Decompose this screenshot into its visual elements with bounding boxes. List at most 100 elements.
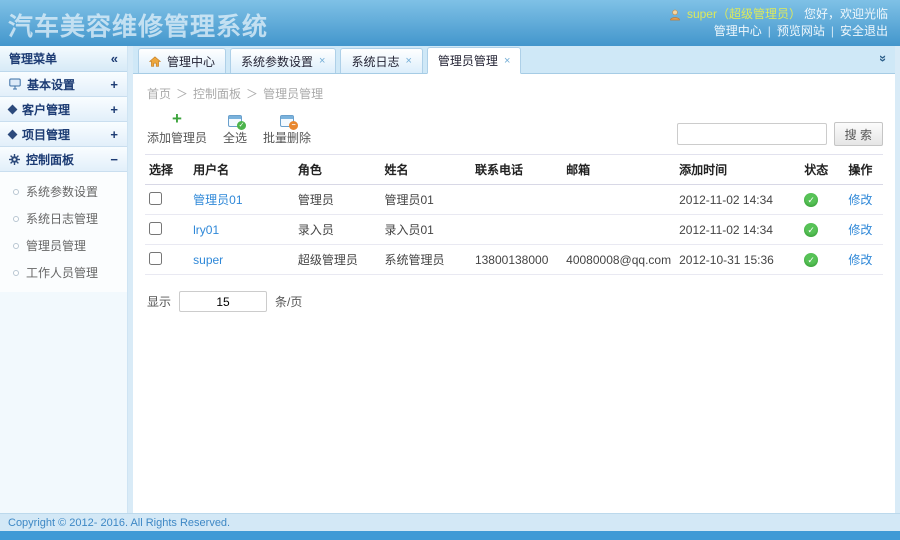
tab-label: 系统参数设置	[241, 53, 313, 70]
gear-icon	[9, 154, 20, 165]
sidebar-item-label: 项目管理	[22, 126, 70, 143]
breadcrumb-control-panel[interactable]: 控制面板	[193, 85, 241, 102]
bullet-icon	[13, 216, 19, 222]
breadcrumb-home[interactable]: 首页	[147, 85, 171, 102]
content-panel: 管理中心 系统参数设置 × 系统日志 × 管理员管理 × »	[133, 46, 895, 513]
user-avatar-icon	[669, 9, 681, 21]
sidebar-subitem-system-params[interactable]: 系统参数设置	[0, 178, 127, 205]
sidebar-subitem-admin-mgmt[interactable]: 管理员管理	[0, 232, 127, 259]
status-enabled-icon[interactable]: ✓	[804, 223, 818, 237]
tab-label: 管理员管理	[438, 52, 498, 69]
row-checkbox[interactable]	[149, 192, 162, 205]
tab-admin-center[interactable]: 管理中心	[138, 48, 226, 73]
sidebar-item-label: 客户管理	[22, 101, 70, 118]
tab-close-icon[interactable]: ×	[504, 55, 510, 67]
sidebar-item-control-panel[interactable]: 控制面板 −	[0, 147, 127, 172]
user-name-role: super（超级管理员）	[687, 6, 801, 23]
diamond-icon	[8, 129, 18, 139]
header-link-admin-center[interactable]: 管理中心	[714, 23, 762, 40]
header-link-separator: |	[768, 23, 771, 40]
subitem-label: 管理员管理	[26, 237, 86, 254]
batch-delete-label: 批量删除	[263, 129, 311, 146]
toolbar: + 添加管理员 ✓ 全选 − 批量删除 搜 索	[145, 112, 883, 154]
admin-table: 选择 用户名 角色 姓名 联系电话 邮箱 添加时间 状态 操作	[145, 154, 883, 275]
email-cell	[562, 215, 675, 245]
tab-close-icon[interactable]: ×	[319, 55, 325, 67]
sidebar-title: 管理菜单	[9, 50, 57, 67]
name-cell: 系统管理员	[380, 245, 470, 275]
col-header-action: 操作	[844, 155, 883, 185]
edit-link[interactable]: 修改	[848, 223, 872, 237]
tab-overflow-icon[interactable]: »	[876, 55, 891, 62]
app-footer: Copyright © 2012- 2016. All Rights Reser…	[0, 513, 900, 540]
bullet-icon	[13, 243, 19, 249]
username-link[interactable]: lry01	[193, 223, 219, 237]
search-input[interactable]	[677, 123, 827, 145]
diamond-icon	[8, 104, 18, 114]
header-link-preview-site[interactable]: 预览网站	[777, 23, 825, 40]
select-all-button[interactable]: ✓ 全选	[223, 113, 247, 146]
tab-system-params[interactable]: 系统参数设置 ×	[230, 48, 336, 73]
col-header-name: 姓名	[380, 155, 470, 185]
col-header-username: 用户名	[189, 155, 294, 185]
sidebar-subitem-system-log[interactable]: 系统日志管理	[0, 205, 127, 232]
sidebar-collapse-icon[interactable]: «	[111, 51, 118, 66]
sidebar-item-basic-settings[interactable]: 基本设置 +	[0, 72, 127, 97]
subitem-label: 系统日志管理	[26, 210, 98, 227]
sidebar-header: 管理菜单 «	[0, 46, 127, 72]
role-cell: 录入员	[294, 215, 381, 245]
phone-cell: 13800138000	[471, 245, 562, 275]
phone-cell	[471, 185, 562, 215]
status-enabled-icon[interactable]: ✓	[804, 193, 818, 207]
page-size-prefix: 显示	[147, 293, 171, 310]
added-time-cell: 2012-11-02 14:34	[675, 185, 800, 215]
tab-label: 系统日志	[351, 53, 399, 70]
bullet-icon	[13, 189, 19, 195]
sidebar-item-label: 控制面板	[26, 151, 74, 168]
sidebar-subitem-staff-mgmt[interactable]: 工作人员管理	[0, 259, 127, 286]
header-link-separator: |	[831, 23, 834, 40]
collapse-minus-icon[interactable]: −	[110, 152, 118, 167]
add-admin-button[interactable]: + 添加管理员	[147, 112, 207, 146]
added-time-cell: 2012-11-02 14:34	[675, 215, 800, 245]
monitor-icon	[9, 78, 21, 90]
expand-plus-icon[interactable]: +	[110, 127, 118, 142]
batch-delete-button[interactable]: − 批量删除	[263, 113, 311, 146]
expand-plus-icon[interactable]: +	[110, 102, 118, 117]
edit-link[interactable]: 修改	[848, 193, 872, 207]
app-title: 汽车美容维修管理系统	[0, 0, 268, 46]
search-button[interactable]: 搜 索	[834, 122, 883, 146]
tab-admin-mgmt-active[interactable]: 管理员管理 ×	[427, 47, 521, 74]
page-size-input[interactable]	[179, 291, 267, 312]
greeting-text: 您好，欢迎光临	[804, 6, 888, 23]
select-all-icon: ✓	[228, 115, 242, 127]
add-plus-icon: +	[172, 112, 182, 127]
username-link[interactable]: 管理员01	[193, 193, 242, 207]
role-cell: 超级管理员	[294, 245, 381, 275]
subitem-label: 工作人员管理	[26, 264, 98, 281]
col-header-status: 状态	[800, 155, 844, 185]
table-row: 管理员01 管理员 管理员01 2012-11-02 14:34 ✓ 修改	[145, 185, 883, 215]
page-size-suffix: 条/页	[275, 293, 302, 310]
page-body: 首页 ＞ 控制面板 ＞ 管理员管理 + 添加管理员 ✓ 全选	[133, 74, 895, 513]
tab-bar: 管理中心 系统参数设置 × 系统日志 × 管理员管理 × »	[133, 46, 895, 74]
tab-system-log[interactable]: 系统日志 ×	[340, 48, 422, 73]
row-checkbox[interactable]	[149, 222, 162, 235]
home-icon	[149, 56, 161, 67]
sidebar-item-customer-mgmt[interactable]: 客户管理 +	[0, 97, 127, 122]
username-link[interactable]: super	[193, 253, 223, 267]
expand-plus-icon[interactable]: +	[110, 77, 118, 92]
status-enabled-icon[interactable]: ✓	[804, 253, 818, 267]
header-link-logout[interactable]: 安全退出	[840, 23, 888, 40]
col-header-role: 角色	[294, 155, 381, 185]
tab-label: 管理中心	[167, 53, 215, 70]
edit-link[interactable]: 修改	[848, 253, 872, 267]
name-cell: 录入员01	[380, 215, 470, 245]
breadcrumb-admin-mgmt: 管理员管理	[263, 85, 323, 102]
sidebar-item-project-mgmt[interactable]: 项目管理 +	[0, 122, 127, 147]
row-checkbox[interactable]	[149, 252, 162, 265]
col-header-phone: 联系电话	[471, 155, 562, 185]
col-header-added-time: 添加时间	[675, 155, 800, 185]
user-greeting-line: super（超级管理员） 您好，欢迎光临	[669, 6, 888, 23]
tab-close-icon[interactable]: ×	[405, 55, 411, 67]
